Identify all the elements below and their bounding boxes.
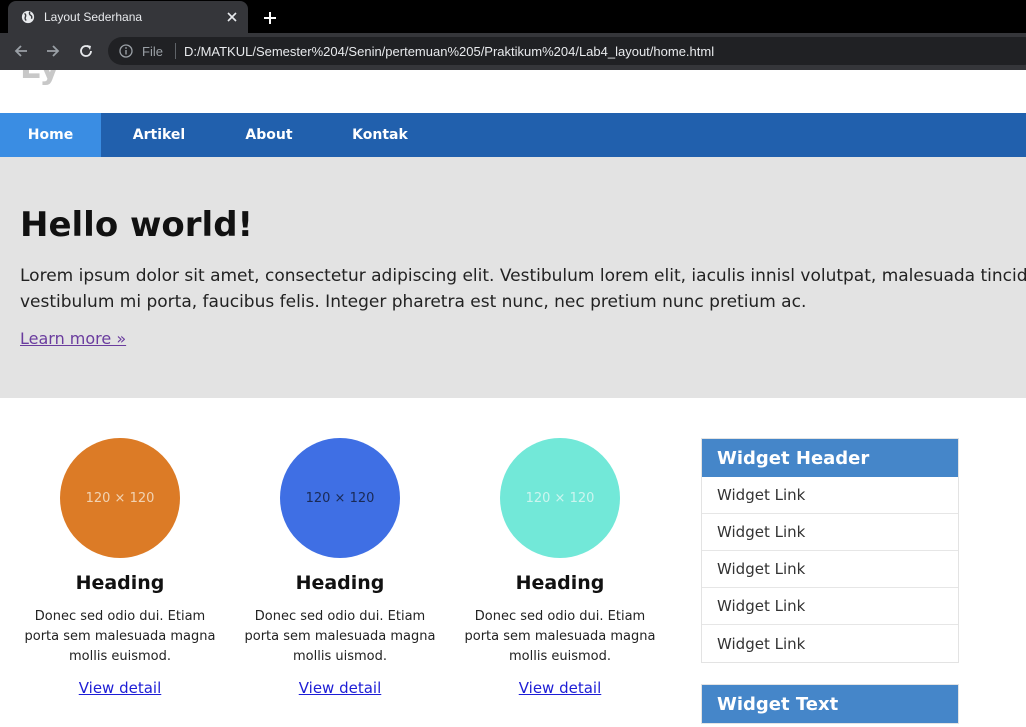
widget-link[interactable]: Widget Link <box>702 588 958 625</box>
url-text[interactable]: D:/MATKUL/Semester%204/Senin/pertemuan%2… <box>184 44 714 59</box>
forward-button[interactable] <box>40 38 66 64</box>
hero-section: Hello world! Lorem ipsum dolor sit amet,… <box>0 157 1026 398</box>
main-navbar: Home Artikel About Kontak <box>0 113 1026 157</box>
close-icon[interactable] <box>224 9 240 25</box>
nav-item-about[interactable]: About <box>217 113 321 157</box>
arrow-right-icon <box>47 45 60 57</box>
widget-link[interactable]: Widget Link <box>702 477 958 514</box>
plus-icon <box>264 12 276 24</box>
site-logo-partial: Ly <box>20 70 61 86</box>
view-detail-link[interactable]: View detail <box>299 679 382 697</box>
feature-heading: Heading <box>295 572 385 594</box>
hero-text: Lorem ipsum dolor sit amet, consectetur … <box>20 266 1026 312</box>
new-tab-button[interactable] <box>258 6 282 30</box>
learn-more-link[interactable]: Learn more » <box>20 329 126 348</box>
feature-heading: Heading <box>75 572 165 594</box>
feature-card: 120 × 120 Heading Donec sed odio dui. Et… <box>20 438 220 697</box>
browser-tab[interactable]: Layout Sederhana <box>8 1 248 33</box>
feature-card: 120 × 120 Heading Donec sed odio dui. Et… <box>460 438 660 697</box>
reload-button[interactable] <box>73 38 99 64</box>
url-scheme: File <box>142 43 163 59</box>
placeholder-image-label: 120 × 120 <box>525 490 595 506</box>
widget-link[interactable]: Widget Link <box>702 551 958 588</box>
feature-text: Donec sed odio dui. Etiam porta sem male… <box>464 609 656 664</box>
browser-tab-strip: Layout Sederhana <box>0 0 1026 33</box>
back-button[interactable] <box>8 38 34 64</box>
reload-icon <box>80 45 92 57</box>
page-viewport: Ly Home Artikel About Kontak Hello world… <box>0 70 1026 727</box>
widget-header: Widget Header <box>702 439 958 477</box>
feature-text: Donec sed odio dui. Etiam porta sem male… <box>24 609 216 664</box>
placeholder-image: 120 × 120 <box>60 438 180 558</box>
view-detail-link[interactable]: View detail <box>79 679 162 697</box>
widget-link[interactable]: Widget Link <box>702 514 958 551</box>
widget-text: Widget Text <box>701 684 959 724</box>
placeholder-image: 120 × 120 <box>500 438 620 558</box>
widget-link[interactable]: Widget Link <box>702 625 958 662</box>
widget-text-header: Widget Text <box>702 685 958 723</box>
hero-title: Hello world! <box>20 205 254 245</box>
tab-title: Layout Sederhana <box>44 10 143 24</box>
view-detail-link[interactable]: View detail <box>519 679 602 697</box>
globe-icon <box>20 9 36 25</box>
feature-card: 120 × 120 Heading Donec sed odio dui. Et… <box>240 438 440 697</box>
placeholder-image-label: 120 × 120 <box>305 490 375 506</box>
browser-toolbar: File D:/MATKUL/Semester%204/Senin/pertem… <box>0 33 1026 70</box>
placeholder-image-label: 120 × 120 <box>85 490 155 506</box>
arrow-left-icon <box>14 45 27 57</box>
address-bar[interactable]: File D:/MATKUL/Semester%204/Senin/pertem… <box>108 37 1026 65</box>
feature-heading: Heading <box>515 572 605 594</box>
nav-item-artikel[interactable]: Artikel <box>101 113 217 157</box>
feature-text: Donec sed odio dui. Etiam porta sem male… <box>244 609 436 664</box>
nav-item-home[interactable]: Home <box>0 113 101 157</box>
info-icon[interactable] <box>118 43 134 59</box>
omnibox-divider <box>174 43 176 59</box>
widget-links: Widget Header Widget Link Widget Link Wi… <box>701 438 959 663</box>
placeholder-image: 120 × 120 <box>280 438 400 558</box>
nav-item-kontak[interactable]: Kontak <box>321 113 439 157</box>
